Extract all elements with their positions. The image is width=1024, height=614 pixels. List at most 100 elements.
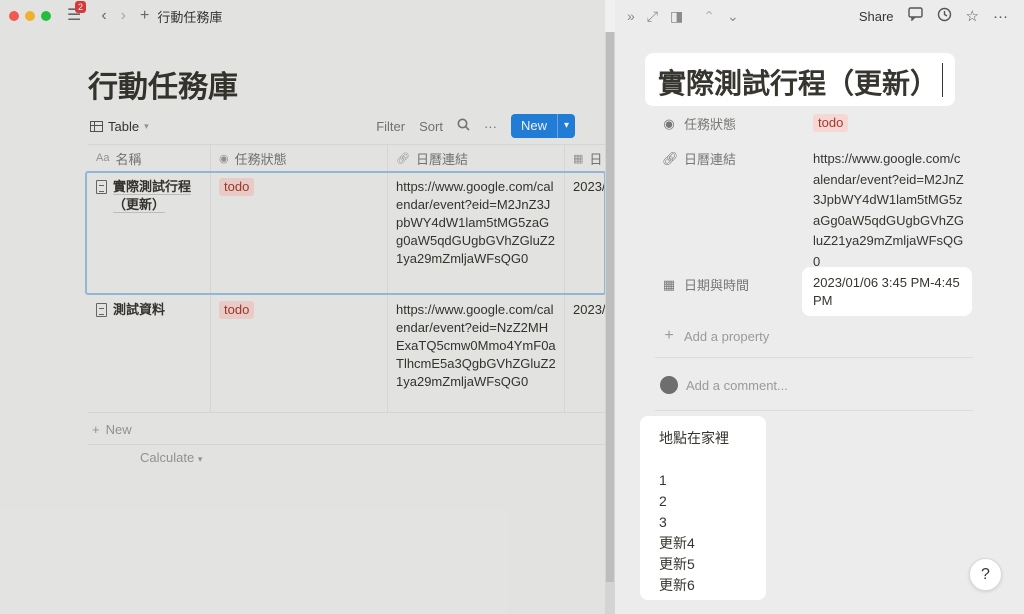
- collapse-panel-icon[interactable]: »: [627, 8, 635, 24]
- link-icon: 🔗︎: [662, 150, 679, 166]
- text-cursor: [942, 63, 943, 97]
- minimize-window-button[interactable]: [25, 11, 35, 21]
- previous-page-chevron-up-icon[interactable]: ⌃: [703, 8, 715, 25]
- status-icon: ◉: [663, 115, 675, 131]
- back-arrow-icon[interactable]: ‹: [101, 8, 106, 24]
- property-label: 日曆連結: [684, 152, 737, 167]
- table-header: Aa 名稱 ◉ 任務狀態 🔗︎ 日曆連結 ▦ 日: [88, 144, 605, 172]
- detail-page-title[interactable]: 實際測試行程（更新）: [658, 62, 938, 102]
- body-line: 3: [659, 514, 667, 530]
- table-row[interactable]: 實際測試行程（更新） todo https://www.google.com/c…: [85, 171, 605, 295]
- body-line: 更新4: [659, 535, 695, 551]
- add-new-label: New: [105, 422, 132, 437]
- notification-badge: 2: [75, 1, 87, 13]
- zoom-window-button[interactable]: [41, 11, 51, 21]
- share-button[interactable]: Share: [859, 9, 894, 24]
- cell-link[interactable]: https://www.google.com/calendar/event?ei…: [388, 172, 565, 294]
- cell-date[interactable]: 2023/: [565, 172, 605, 294]
- property-status-value[interactable]: todo: [813, 114, 849, 132]
- add-property-label: Add a property: [684, 328, 770, 344]
- expand-fullscreen-icon[interactable]: ⤢: [647, 8, 658, 25]
- body-line: [659, 449, 729, 470]
- window-controls: [9, 11, 51, 21]
- column-label: 日: [589, 151, 603, 167]
- comment-placeholder: Add a comment...: [686, 377, 788, 393]
- cell-name[interactable]: 測試資料: [88, 295, 211, 412]
- status-tag: todo: [813, 114, 849, 132]
- chevron-down-icon: ▾: [197, 454, 203, 464]
- property-calendar-link-value[interactable]: https://www.google.com/calendar/event?ei…: [813, 149, 965, 272]
- page-icon: [96, 303, 107, 317]
- column-header-status[interactable]: ◉ 任務狀態: [211, 145, 388, 171]
- status-tag: todo: [219, 301, 255, 319]
- add-property-button[interactable]: + Add a property: [662, 327, 769, 345]
- plus-icon: +: [664, 327, 674, 344]
- row-title: 測試資料: [113, 302, 166, 317]
- database-table: Aa 名稱 ◉ 任務狀態 🔗︎ 日曆連結 ▦ 日 實際測試行程（更新） todo…: [85, 144, 605, 413]
- column-label: 任務狀態: [234, 151, 287, 167]
- new-record-button-group: New ▾: [510, 114, 575, 138]
- column-header-link[interactable]: 🔗︎ 日曆連結: [388, 145, 565, 171]
- new-page-plus-icon[interactable]: +: [140, 8, 149, 24]
- breadcrumb[interactable]: 行動任務庫: [157, 7, 222, 26]
- cell-status[interactable]: todo: [211, 295, 388, 412]
- view-tab-label: Table: [108, 118, 140, 134]
- next-page-chevron-down-icon[interactable]: ⌄: [727, 8, 739, 25]
- property-label: 日期與時間: [684, 278, 750, 293]
- property-date-time[interactable]: ▦ 日期與時間: [662, 275, 749, 294]
- property-date-time-value[interactable]: 2023/01/06 3:45 PM-4:45 PM: [813, 274, 965, 310]
- view-tab-table[interactable]: Table ▾: [90, 119, 149, 134]
- new-record-button[interactable]: New: [510, 114, 557, 138]
- column-header-name[interactable]: Aa 名稱: [88, 145, 211, 171]
- favorite-star-icon[interactable]: ☆: [966, 7, 979, 25]
- filter-button[interactable]: Filter: [376, 119, 405, 134]
- cell-date[interactable]: 2023/: [565, 295, 605, 412]
- peek-toolbar: » ⤢ ◨ ⌃ ⌄ Share ☆ ···: [615, 0, 1024, 32]
- side-peek-icon[interactable]: ◨: [670, 8, 683, 25]
- link-icon: 🔗︎: [396, 152, 410, 165]
- comment-input[interactable]: Add a comment...: [660, 376, 788, 394]
- help-button[interactable]: ?: [969, 558, 1002, 591]
- divider: [655, 410, 973, 411]
- column-label: 名稱: [115, 151, 142, 167]
- body-line: 更新5: [659, 556, 695, 572]
- cell-link[interactable]: https://www.google.com/calendar/event?ei…: [388, 295, 565, 412]
- view-toolbar: Table ▾ Filter Sort ··· New ▾: [90, 113, 575, 139]
- forward-arrow-icon[interactable]: ›: [121, 8, 126, 24]
- column-header-date[interactable]: ▦ 日: [565, 145, 605, 171]
- pane-divider[interactable]: [605, 32, 615, 614]
- text-property-icon: Aa: [96, 152, 110, 164]
- new-dropdown-chevron-icon[interactable]: ▾: [556, 114, 575, 138]
- cell-name[interactable]: 實際測試行程（更新）: [88, 172, 211, 294]
- avatar: [660, 376, 678, 394]
- plus-icon: +: [92, 422, 100, 437]
- history-clock-icon[interactable]: [937, 7, 952, 26]
- status-tag: todo: [219, 178, 255, 196]
- more-options-button[interactable]: ···: [484, 119, 497, 134]
- divider: [655, 357, 973, 358]
- body-line: 更新6: [659, 577, 695, 593]
- cell-status[interactable]: todo: [211, 172, 388, 294]
- page-icon: [96, 180, 107, 194]
- calculate-label: Calculate: [140, 450, 195, 465]
- add-new-row-button[interactable]: + New: [92, 422, 132, 437]
- page-body[interactable]: 地點在家裡 1 2 3 更新4 更新5 更新6: [659, 428, 729, 596]
- sidebar-menu-icon[interactable]: ☰ 2: [67, 1, 87, 24]
- body-line: 2: [659, 493, 667, 509]
- more-options-icon[interactable]: ···: [993, 8, 1008, 25]
- calendar-icon: ▦: [573, 152, 584, 165]
- column-label: 日曆連結: [415, 151, 468, 167]
- sort-button[interactable]: Sort: [419, 119, 443, 134]
- body-line: 地點在家裡: [659, 430, 729, 446]
- close-window-button[interactable]: [9, 11, 19, 21]
- body-line: 1: [659, 472, 667, 488]
- table-icon: [90, 120, 103, 132]
- scrollbar-thumb[interactable]: [606, 32, 614, 582]
- comment-icon[interactable]: [907, 7, 923, 25]
- calculate-button[interactable]: Calculate ▾: [140, 450, 202, 465]
- property-calendar-link[interactable]: 🔗︎ 日曆連結: [662, 149, 736, 168]
- search-icon[interactable]: [457, 118, 470, 134]
- table-row[interactable]: 測試資料 todo https://www.google.com/calenda…: [88, 295, 605, 413]
- property-status[interactable]: ◉ 任務狀態: [662, 114, 736, 133]
- status-icon: ◉: [219, 152, 229, 165]
